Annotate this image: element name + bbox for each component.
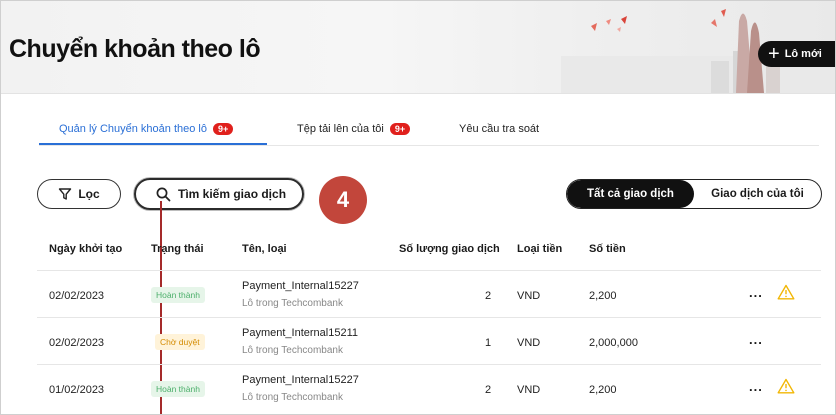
row-date: 01/02/2023: [49, 384, 105, 396]
tabs-divider: [39, 145, 819, 146]
tab-label: Tệp tải lên của tôi: [297, 123, 384, 135]
segment-all-transactions[interactable]: Tất cả giao dịch: [567, 180, 694, 208]
plus-icon: +: [768, 43, 780, 65]
column-header-amount[interactable]: Số tiền: [589, 243, 626, 255]
tab-my-uploads[interactable]: Tệp tải lên của tôi 9+: [297, 117, 411, 141]
new-batch-button[interactable]: + Lô mới: [758, 41, 835, 67]
status-badge: Hoàn thành: [151, 381, 205, 397]
app-window: Chuyển khoản theo lô + Lô mới Quản lý Ch…: [0, 0, 836, 415]
table-row[interactable]: 02/02/2023 Hoàn thành Payment_Internal15…: [37, 270, 821, 318]
row-count: 2: [485, 384, 492, 396]
status-badge: Hoàn thành: [151, 287, 205, 303]
tab-batch-management[interactable]: Quản lý Chuyển khoản theo lô 9+: [59, 117, 234, 141]
row-date: 02/02/2023: [49, 290, 105, 302]
search-icon: [156, 187, 171, 201]
step-number-marker: 4: [319, 176, 367, 224]
row-count: 2: [485, 290, 492, 302]
more-options-icon[interactable]: ...: [749, 332, 763, 347]
search-label: Tìm kiếm giao dịch: [178, 187, 287, 201]
tab-label: Yêu cầu tra soát: [459, 123, 540, 135]
row-amount: 2,200: [589, 384, 617, 396]
row-count: 1: [485, 337, 492, 349]
status-badge: Chờ duyệt: [155, 334, 205, 350]
row-currency: VND: [517, 337, 541, 349]
page-title: Chuyển khoản theo lô: [9, 35, 261, 63]
table-row[interactable]: 01/02/2023 Hoàn thành Payment_Internal15…: [37, 364, 821, 412]
row-name: Payment_Internal15211: [242, 327, 358, 339]
row-type: Lô trong Techcombank: [242, 392, 343, 403]
segment-my-transactions[interactable]: Giao dịch của tôi: [694, 180, 821, 208]
column-header-currency[interactable]: Loại tiền: [517, 243, 562, 255]
page-header: Chuyển khoản theo lô + Lô mới: [1, 1, 835, 94]
warning-icon[interactable]: [777, 378, 795, 394]
column-header-status[interactable]: Trạng thái: [151, 243, 204, 255]
filter-button[interactable]: Lọc: [37, 179, 121, 209]
more-options-icon[interactable]: ...: [749, 379, 763, 394]
row-name: Payment_Internal15227: [242, 374, 359, 386]
row-type: Lô trong Techcombank: [242, 298, 343, 309]
count-badge: 9+: [213, 123, 234, 135]
column-header-date[interactable]: Ngày khởi tạo: [49, 243, 122, 255]
more-options-icon[interactable]: ...: [749, 285, 763, 300]
column-header-count[interactable]: Số lượng giao dịch: [399, 243, 500, 255]
row-date: 02/02/2023: [49, 337, 105, 349]
column-header-name[interactable]: Tên, loại: [242, 243, 287, 255]
row-amount: 2,000,000: [589, 337, 638, 349]
tab-inquiry-requests[interactable]: Yêu cầu tra soát: [459, 117, 539, 141]
tab-label: Quản lý Chuyển khoản theo lô: [59, 123, 207, 135]
row-amount: 2,200: [589, 290, 617, 302]
count-badge: 9+: [389, 123, 411, 135]
row-currency: VND: [517, 290, 541, 302]
transaction-scope-toggle: Tất cả giao dịch Giao dịch của tôi: [566, 179, 822, 209]
funnel-icon: [59, 188, 72, 200]
row-name: Payment_Internal15227: [242, 280, 359, 292]
new-batch-label: Lô mới: [784, 48, 822, 60]
warning-icon[interactable]: [777, 284, 795, 300]
row-type: Lô trong Techcombank: [242, 345, 343, 356]
row-currency: VND: [517, 384, 541, 396]
table-row[interactable]: 02/02/2023 Chờ duyệt Payment_Internal152…: [37, 317, 821, 365]
filter-label: Lọc: [78, 187, 100, 201]
